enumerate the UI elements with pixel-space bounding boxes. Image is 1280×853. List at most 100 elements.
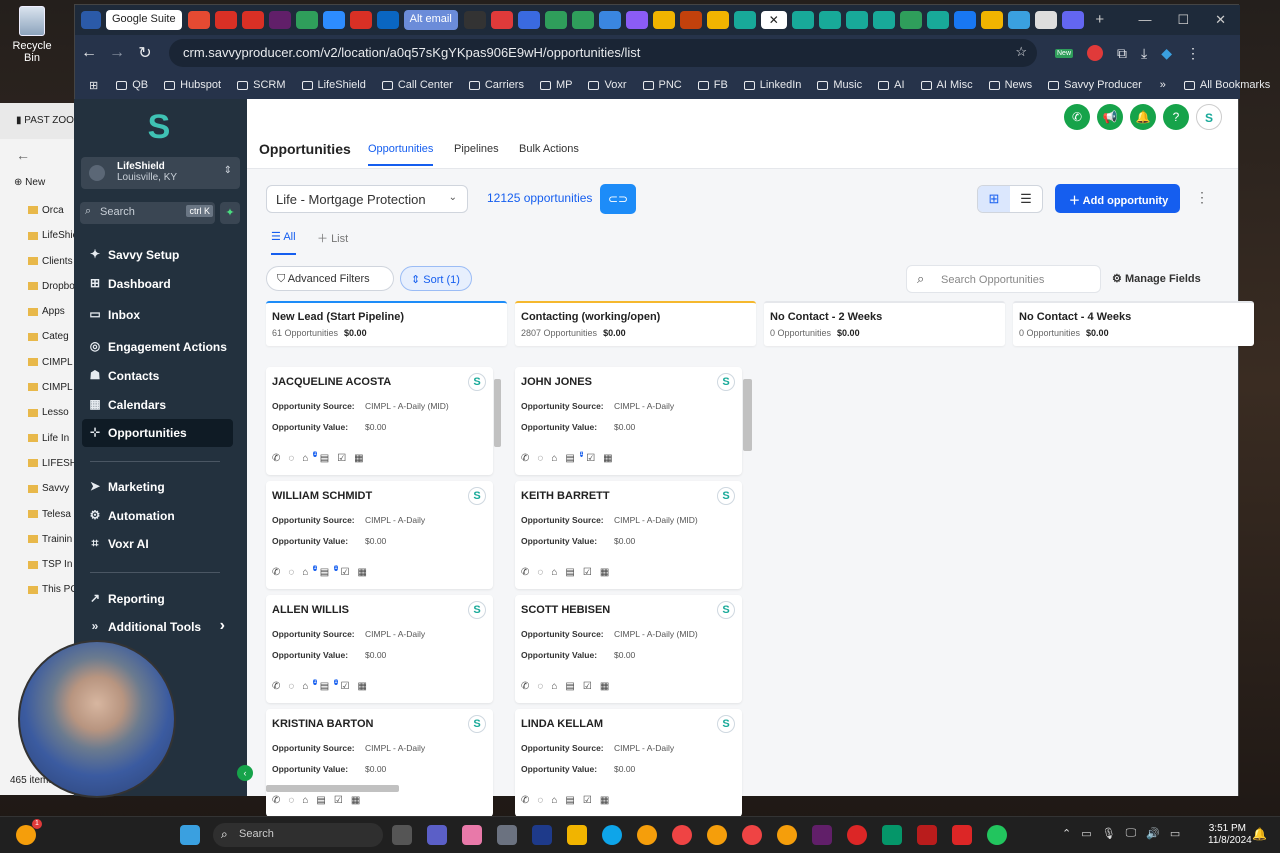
battery-icon[interactable]: ▭ — [1170, 827, 1180, 840]
note-icon[interactable]: ▤ — [565, 795, 574, 806]
bookmark-item[interactable]: LifeShield — [301, 79, 366, 91]
chat-icon[interactable]: ◌ — [288, 453, 294, 465]
search-opportunities-input[interactable]: ⌕ Search Opportunities — [906, 265, 1101, 293]
opportunity-card[interactable]: LINDA KELLAM S Opportunity Source: CIMPL - … — [515, 709, 742, 817]
tab-misc-11[interactable] — [1061, 11, 1084, 29]
task-icon[interactable]: ☑ — [583, 681, 592, 692]
sidebar-item-voxr-ai[interactable]: ⌗ Voxr AI — [82, 530, 233, 558]
phone-icon[interactable]: ✆ — [272, 681, 280, 693]
tab-sheets[interactable] — [295, 11, 318, 29]
extensions-puzzle-icon[interactable]: ⧉ — [1117, 45, 1127, 62]
tab-misc-7[interactable] — [625, 11, 648, 29]
sidebar-item-contacts[interactable]: ☗ Contacts — [82, 362, 233, 390]
task-icon[interactable]: ☑ — [334, 795, 343, 806]
taskbar-search[interactable]: ⌕ Search — [213, 823, 383, 847]
tab-gmail-1[interactable] — [214, 11, 237, 29]
tag-icon[interactable]: ⌂ — [551, 681, 557, 692]
bookmarks-overflow-icon[interactable]: » — [1160, 79, 1166, 91]
tab-misc-4[interactable] — [544, 11, 567, 29]
ai-sparkle-button[interactable]: ✦ — [220, 202, 240, 224]
bookmark-item[interactable]: News — [988, 79, 1032, 91]
task-icon[interactable]: ☑ — [586, 453, 595, 465]
task-icon[interactable]: ☑ — [337, 453, 346, 465]
more-options-icon[interactable]: ⋮ — [1195, 189, 1209, 206]
tab-misc-10[interactable] — [1034, 11, 1057, 29]
chat-icon[interactable]: ◌ — [288, 567, 294, 579]
pipeline-select[interactable]: Life - Mortgage Protection ⌄ — [266, 185, 468, 213]
bookmark-item[interactable]: SCRM — [237, 79, 286, 91]
tab-savvy-4[interactable] — [845, 11, 868, 29]
explorer-item[interactable]: Clients — [0, 250, 79, 275]
note-icon[interactable]: ▤ — [316, 795, 325, 806]
sidebar-item-opportunities[interactable]: ⊹ Opportunities — [82, 419, 233, 447]
filezilla-icon[interactable] — [917, 825, 937, 845]
column-scrollbar[interactable] — [494, 379, 501, 447]
calendar-icon[interactable]: ▦ — [354, 453, 363, 465]
sidebar-item-reporting[interactable]: ↗ Reporting — [82, 585, 233, 613]
all-bookmarks-button[interactable]: All Bookmarks — [1183, 79, 1280, 91]
bell-icon[interactable]: 🔔 — [1130, 104, 1156, 130]
opportunity-card[interactable]: SCOTT HEBISEN S Opportunity Source: CIMPL -… — [515, 595, 742, 703]
forward-arrow-icon[interactable]: → — [103, 44, 131, 62]
opportunity-card[interactable]: KEITH BARRETT S Opportunity Source: CIMPL -… — [515, 481, 742, 589]
explorer-new-button[interactable]: ⊕ New — [0, 169, 79, 199]
sort-button[interactable]: ⇕ Sort (1) — [400, 266, 472, 291]
tag-icon[interactable]: ⌂ — [551, 453, 557, 465]
board-horizontal-scrollbar[interactable] — [266, 785, 399, 792]
download-icon[interactable]: ⤓ — [1141, 45, 1147, 62]
opportunity-card[interactable]: KRISTINA BARTON S Opportunity Source: CIMPL… — [266, 709, 493, 817]
tag-icon[interactable]: ⌂ — [551, 567, 557, 578]
bookmark-item[interactable]: Music — [817, 79, 862, 91]
explorer-item[interactable]: Lesso — [0, 401, 79, 426]
bookmark-item[interactable]: AI Misc — [920, 79, 973, 91]
whatsapp-icon[interactable] — [987, 825, 1007, 845]
bookmark-item[interactable]: LinkedIn — [743, 79, 801, 91]
extension-blue-icon[interactable]: ◆ — [1161, 45, 1172, 62]
add-opportunity-button[interactable]: ＋ Add opportunity — [1055, 184, 1180, 213]
maximize-icon[interactable]: ☐ — [1177, 12, 1189, 28]
phone-icon[interactable]: ✆ — [521, 567, 529, 578]
tab-drive-2[interactable] — [706, 11, 729, 29]
tab-pipelines[interactable]: Pipelines — [454, 143, 499, 155]
calendar-icon[interactable]: ▦ — [603, 453, 612, 465]
new-tab-icon[interactable]: + — [1089, 11, 1111, 29]
tab-savvy-6[interactable] — [926, 11, 949, 29]
sidebar-search-input[interactable]: ⌕ Search ctrl K — [80, 202, 215, 224]
url-field[interactable]: crm.savvyproducer.com/v2/location/a0q57s… — [169, 39, 1037, 67]
tab-group-alt-email[interactable]: Alt email — [403, 10, 458, 30]
note-icon[interactable]: ▤ — [565, 567, 574, 578]
opportunity-card[interactable]: JACQUELINE ACOSTA S Opportunity Source: CIM… — [266, 367, 493, 475]
edge-icon[interactable] — [602, 825, 622, 845]
tab-hubspot[interactable] — [187, 11, 210, 29]
explorer-item[interactable]: Savvy — [0, 477, 79, 502]
tray-icon-1[interactable]: ▭ — [1081, 827, 1091, 840]
app-icon-green[interactable] — [882, 825, 902, 845]
tag-icon[interactable]: ⌂ 1 — [302, 451, 317, 465]
copilot-icon[interactable] — [462, 825, 482, 845]
sidebar-item-automation[interactable]: ⚙ Automation — [82, 502, 233, 530]
calendar-icon[interactable]: ▦ — [358, 681, 367, 693]
opportunity-contact-name[interactable]: JACQUELINE ACOSTA — [272, 376, 493, 388]
task-icon[interactable]: ☑ — [583, 567, 592, 578]
bookmark-item[interactable]: FB — [697, 79, 728, 91]
tab-savvy-1[interactable] — [733, 11, 756, 29]
tab-facebook[interactable] — [953, 11, 976, 29]
explorer-item[interactable]: Life In — [0, 427, 79, 452]
bookmark-item[interactable]: PNC — [642, 79, 682, 91]
sidebar-item-dashboard[interactable]: ⊞ Dashboard — [82, 270, 233, 298]
tab-misc-6[interactable] — [598, 11, 621, 29]
list-view-icon[interactable]: ☰ — [1010, 186, 1042, 212]
apps-grid-icon[interactable]: ⊞ — [89, 79, 98, 92]
chrome-icon-2[interactable] — [672, 825, 692, 845]
browser-menu-icon[interactable]: ⋮ — [1186, 45, 1200, 62]
calendar-icon[interactable]: ▦ — [600, 681, 609, 692]
tab-search-button[interactable] — [81, 11, 101, 29]
tab-bulk-actions[interactable]: Bulk Actions — [519, 143, 579, 155]
task-icon[interactable]: ☑ — [583, 795, 592, 806]
opportunity-contact-name[interactable]: KEITH BARRETT — [521, 490, 742, 502]
task-view-icon[interactable] — [392, 825, 412, 845]
column-scrollbar[interactable] — [743, 379, 752, 451]
back-arrow-icon[interactable]: ← — [75, 44, 103, 62]
calendar-icon[interactable]: ▦ — [600, 795, 609, 806]
chat-icon[interactable]: ◌ — [537, 681, 543, 692]
